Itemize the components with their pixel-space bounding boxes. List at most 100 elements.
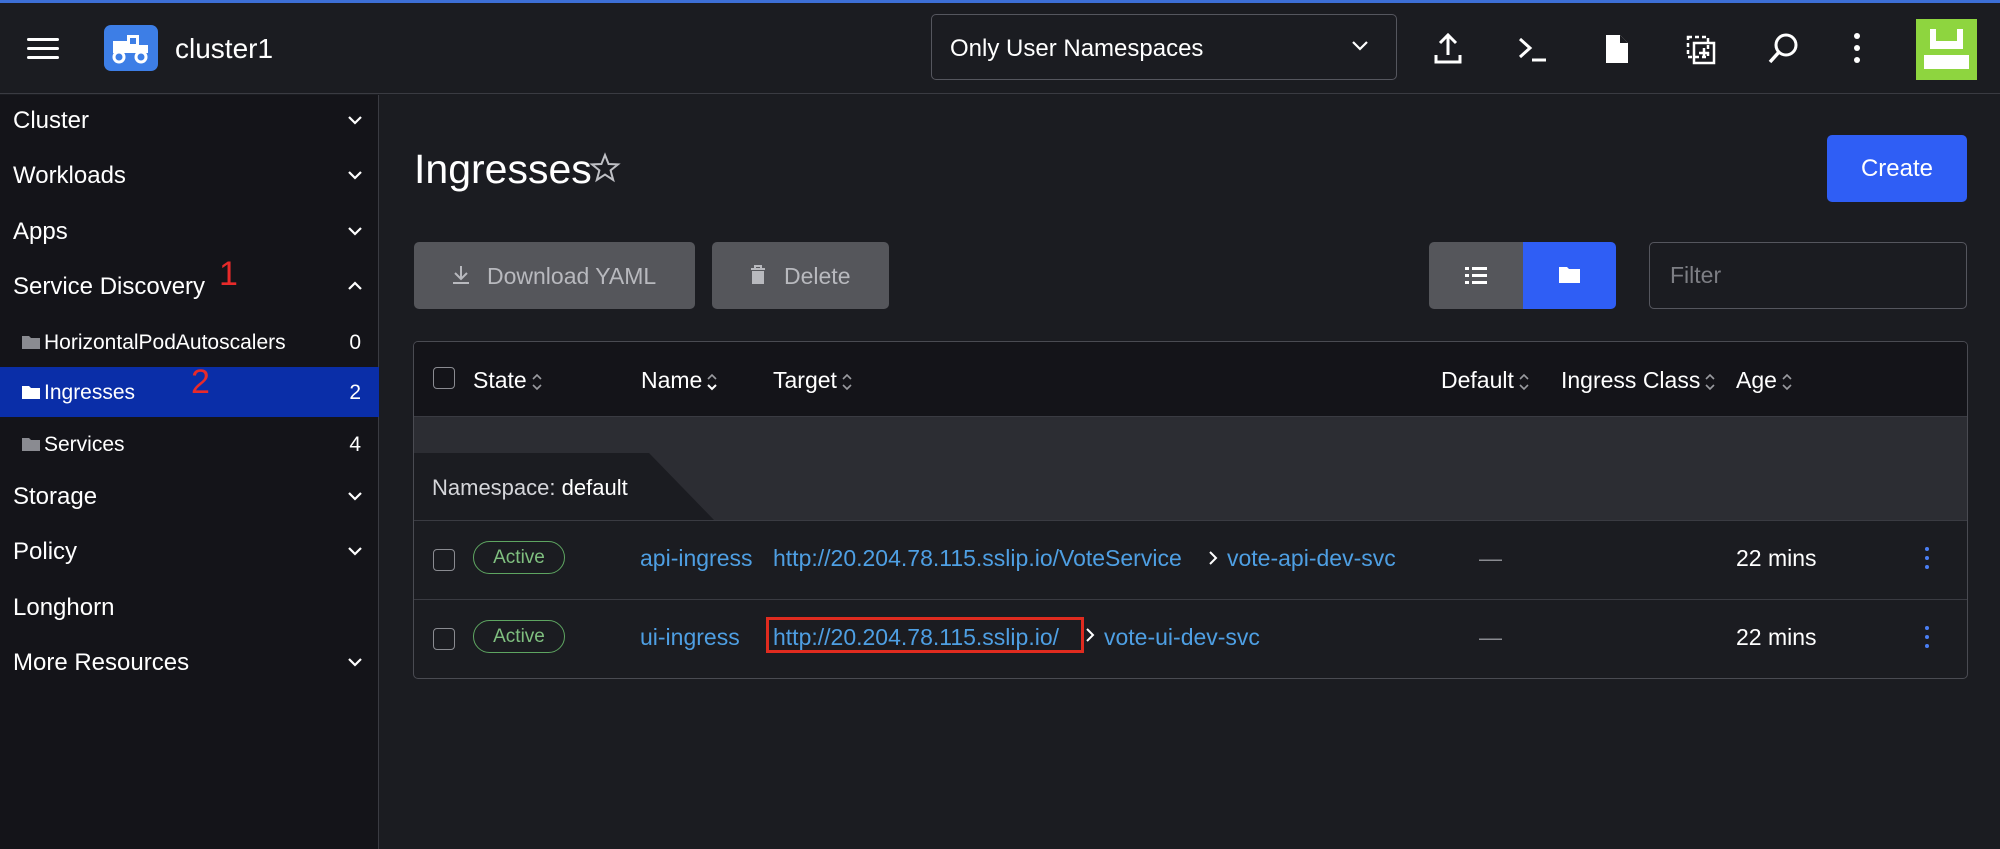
age-value: 22 mins [1736, 545, 1817, 571]
annotation-step-2: 2 [191, 363, 210, 401]
folder-icon [1559, 267, 1580, 283]
sort-down-icon [707, 373, 718, 391]
status-badge: Active [473, 541, 565, 574]
sidebar-item-horizontalpodautoscalers[interactable]: HorizontalPodAutoscalers 0 [0, 317, 379, 367]
import-yaml-icon[interactable] [1430, 31, 1466, 67]
namespace-label: Namespace: [432, 475, 556, 500]
ingress-name-link[interactable]: api-ingress [640, 545, 753, 572]
default-value: — [1479, 545, 1502, 571]
sidebar: Cluster Workloads Apps Service Discovery… [0, 95, 379, 849]
kubeconfig-file-icon[interactable] [1598, 31, 1634, 67]
nav-group-cluster[interactable]: Cluster [0, 95, 379, 145]
namespace-select[interactable]: Only User Namespaces [931, 14, 1397, 80]
sort-icon [532, 373, 542, 391]
column-header-name[interactable]: Name [641, 367, 719, 394]
age-value: 22 mins [1736, 624, 1817, 650]
row-actions-icon[interactable] [1922, 547, 1932, 573]
sidebar-item-ingresses[interactable]: Ingresses 2 [0, 367, 379, 417]
column-header-label: Default [1441, 367, 1514, 393]
search-icon[interactable] [1766, 31, 1802, 67]
chevron-down-icon [348, 547, 362, 556]
nav-group-label: Apps [13, 218, 68, 245]
chevron-down-icon [348, 492, 362, 501]
row-checkbox[interactable] [433, 549, 455, 571]
folder-icon [22, 336, 40, 349]
nav-group-label: Cluster [13, 107, 90, 134]
sidebar-item-services[interactable]: Services 4 [0, 419, 379, 469]
column-header-label: Age [1736, 367, 1777, 393]
nav-group-service-discovery[interactable]: Service Discovery [0, 261, 379, 311]
delete-button[interactable]: Delete [712, 242, 889, 309]
folder-icon [22, 386, 40, 399]
chevron-up-icon [348, 281, 362, 290]
table-row: Active api-ingress http://20.204.78.115.… [414, 520, 1967, 598]
view-toggle [1429, 242, 1616, 309]
chevron-right-icon [1209, 551, 1218, 565]
select-all-checkbox[interactable] [433, 367, 455, 389]
more-vertical-icon[interactable] [1848, 31, 1884, 67]
namespace-group-label: Namespace: default [432, 475, 628, 501]
nav-group-workloads[interactable]: Workloads [0, 150, 379, 200]
download-yaml-button[interactable]: Download YAML [414, 242, 695, 309]
nav-group-more-resources[interactable]: More Resources [0, 637, 379, 687]
column-header-age[interactable]: Age [1736, 367, 1794, 394]
table-header: State Name Target Default Ingress Class … [414, 342, 1967, 417]
flat-list-view-button[interactable] [1429, 242, 1523, 309]
chevron-right-icon [1086, 628, 1095, 642]
namespace-value: default [561, 475, 628, 500]
nav-group-policy[interactable]: Policy [0, 526, 379, 576]
cluster-logo-icon [104, 25, 158, 71]
column-header-default[interactable]: Default [1441, 367, 1531, 394]
namespace-select-value: Only User Namespaces [950, 35, 1204, 62]
column-header-target[interactable]: Target [773, 367, 854, 394]
sort-icon [1782, 373, 1792, 391]
chevron-down-icon [348, 171, 362, 180]
nav-group-label: Longhorn [13, 594, 115, 621]
sidebar-item-count: 0 [349, 331, 361, 354]
star-icon[interactable] [589, 152, 621, 184]
header: cluster1 Only User Namespaces [0, 3, 2000, 94]
ingress-name-link[interactable]: ui-ingress [640, 624, 740, 651]
nav-group-apps[interactable]: Apps [0, 206, 379, 256]
nav-group-label: More Resources [13, 649, 190, 676]
group-by-namespace-button[interactable] [1523, 242, 1616, 309]
target-service-link[interactable]: vote-api-dev-svc [1227, 545, 1396, 572]
row-actions-icon[interactable] [1922, 626, 1932, 652]
copy-kubeconfig-icon[interactable] [1682, 31, 1718, 67]
sidebar-item-label: HorizontalPodAutoscalers [44, 331, 286, 354]
sort-icon [842, 373, 852, 391]
column-header-label: State [473, 367, 527, 393]
delete-label: Delete [784, 263, 851, 289]
chevron-down-icon [348, 658, 362, 667]
target-service-link[interactable]: vote-ui-dev-svc [1104, 624, 1260, 651]
chevron-down-icon [348, 227, 362, 236]
column-header-label: Name [641, 367, 703, 393]
namespace-group-row: Namespace: default [414, 417, 1967, 520]
annotation-step-1: 1 [219, 255, 238, 293]
column-header-label: Target [773, 367, 837, 393]
menu-icon[interactable] [27, 37, 59, 61]
sidebar-item-count: 4 [349, 433, 361, 456]
folder-icon [22, 438, 40, 451]
ingress-table: State Name Target Default Ingress Class … [413, 341, 1968, 679]
status-badge: Active [473, 620, 565, 653]
column-header-state[interactable]: State [473, 367, 544, 394]
namespace-group-tab: Namespace: default [414, 453, 714, 520]
user-avatar[interactable] [1916, 19, 1977, 80]
sort-icon [1705, 373, 1715, 391]
sidebar-item-label: Services [44, 433, 125, 456]
download-yaml-label: Download YAML [487, 263, 657, 289]
create-button[interactable]: Create [1827, 135, 1967, 202]
row-checkbox[interactable] [433, 628, 455, 650]
nav-group-label: Workloads [13, 162, 126, 189]
column-header-label: Ingress Class [1561, 367, 1701, 393]
trash-icon [751, 265, 765, 284]
nav-group-longhorn[interactable]: Longhorn [0, 582, 379, 632]
target-url-link[interactable]: http://20.204.78.115.sslip.io/VoteServic… [773, 545, 1182, 572]
cluster-name[interactable]: cluster1 [175, 33, 273, 65]
filter-input[interactable] [1649, 242, 1967, 309]
download-icon [453, 266, 469, 284]
nav-group-storage[interactable]: Storage [0, 471, 379, 521]
kubectl-shell-icon[interactable] [1514, 31, 1550, 67]
column-header-ingress-class[interactable]: Ingress Class [1561, 367, 1717, 394]
